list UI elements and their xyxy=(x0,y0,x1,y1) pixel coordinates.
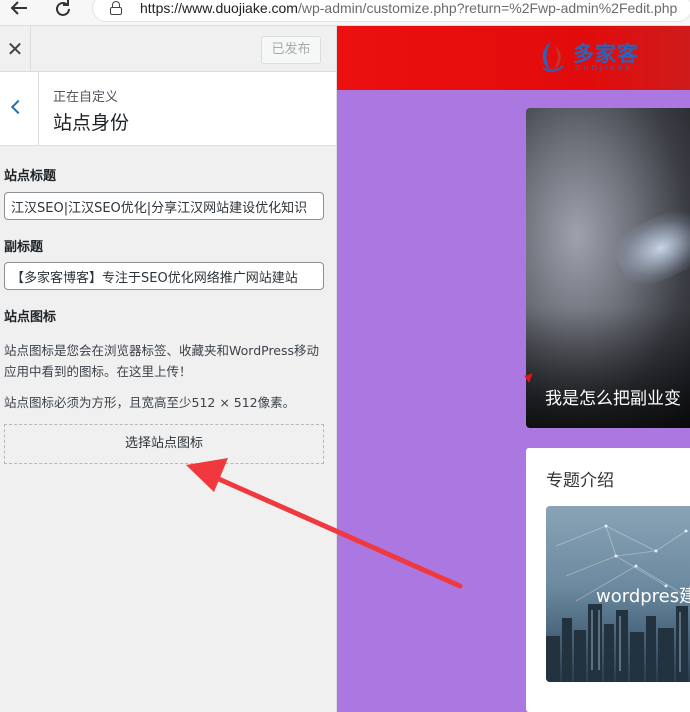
site-icon-requirement: 站点图标必须为方形，且宽高至少512 × 512像素。 xyxy=(4,395,296,410)
customizer-header: ✕ 已发布 xyxy=(0,26,336,72)
topic-image[interactable]: wordpres建 xyxy=(546,506,690,682)
site-header: 多家客 DUOJIAKE xyxy=(337,26,690,90)
featured-post-card[interactable]: 我是怎么把副业变 xyxy=(526,108,690,428)
section-title: 站点身份 xyxy=(53,112,130,134)
site-logo[interactable]: 多家客 DUOJIAKE xyxy=(533,36,653,78)
url-host: https://www.duojiake.com xyxy=(140,0,298,16)
published-button[interactable]: 已发布 xyxy=(261,36,321,64)
section-header: 正在自定义 站点身份 xyxy=(0,72,336,146)
logo-mark-icon xyxy=(542,42,564,72)
select-site-icon-button[interactable]: 选择站点图标 xyxy=(4,424,324,464)
post-image xyxy=(607,201,690,295)
back-arrow-icon[interactable] xyxy=(6,0,32,20)
post-title: 我是怎么把副业变 xyxy=(545,389,681,409)
topic-heading: 专题介绍 xyxy=(546,471,614,491)
close-icon[interactable]: ✕ xyxy=(0,26,31,72)
url-path: /wp-admin/customize.php?return=%2Fwp-adm… xyxy=(297,0,678,16)
site-preview: 多家客 DUOJIAKE 我是怎么把副业变 专题介绍 wordpres建 xyxy=(337,26,690,712)
topic-widget: 专题介绍 wordpres建 xyxy=(526,448,690,712)
tagline-input[interactable] xyxy=(4,262,324,290)
topic-image-label: wordpres建 xyxy=(596,586,690,607)
lock-icon xyxy=(110,1,122,15)
reload-icon[interactable] xyxy=(50,0,76,20)
browser-toolbar: https://www.duojiake.com/wp-admin/custom… xyxy=(0,0,690,26)
customizer-panel: ✕ 已发布 正在自定义 站点身份 站点标题 副标题 站点图标 站点图标是您会在浏… xyxy=(0,26,337,712)
address-bar[interactable]: https://www.duojiake.com/wp-admin/custom… xyxy=(92,0,690,22)
tagline-label: 副标题 xyxy=(4,240,44,255)
site-icon-description: 站点图标是您会在浏览器标签、收藏夹和WordPress移动应用中看到的图标。在这… xyxy=(4,343,320,379)
site-icon-label: 站点图标 xyxy=(4,310,57,325)
site-title-input[interactable] xyxy=(4,192,324,220)
chevron-left-icon xyxy=(10,99,26,115)
section-back-button[interactable] xyxy=(0,72,39,145)
site-title-label: 站点标题 xyxy=(4,169,57,184)
url-text: https://www.duojiake.com/wp-admin/custom… xyxy=(140,0,677,16)
customizing-label: 正在自定义 xyxy=(53,90,119,105)
logo-subtext: DUOJIAKE xyxy=(575,64,633,72)
